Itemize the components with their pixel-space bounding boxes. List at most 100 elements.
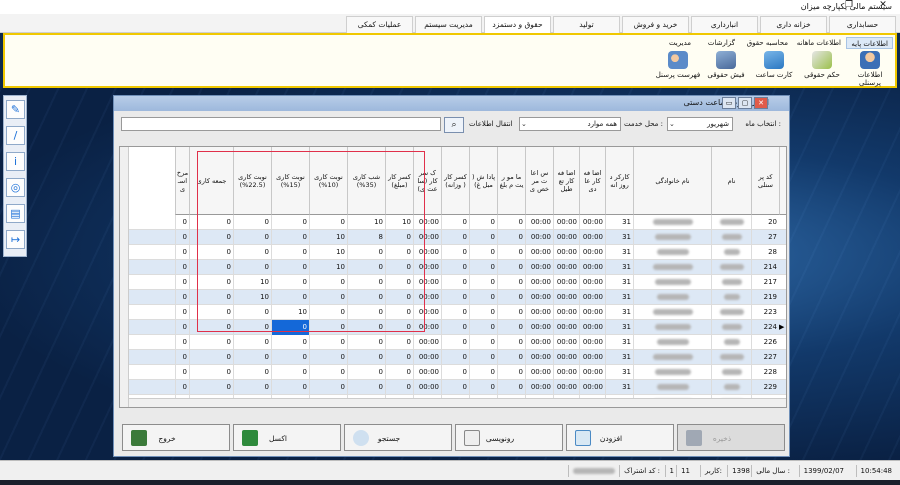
col-bonus-cell[interactable]: 0	[469, 290, 497, 305]
excel-button[interactable]: اکسل	[233, 424, 341, 451]
close-button[interactable]: ✕	[872, 0, 894, 10]
col-deduct-days-cell[interactable]: 0	[441, 350, 469, 365]
col-family-name-cell[interactable]	[633, 245, 711, 260]
col-shift-10-cell[interactable]: 0	[309, 350, 347, 365]
col-friday-cell[interactable]: 0	[189, 380, 233, 395]
col-deduct-amount-cell[interactable]: 0	[385, 335, 413, 350]
copy-button[interactable]: رونویسی	[455, 424, 563, 451]
search-button[interactable]: جستجو	[344, 424, 452, 451]
col-workdays-cell[interactable]: 31	[605, 305, 633, 320]
col-night-shift-cell[interactable]: 0	[347, 335, 385, 350]
col-overtime-holiday-cell[interactable]: 00:00	[553, 245, 579, 260]
col-leave-remaining-cell[interactable]: 0	[175, 260, 189, 275]
col-family-name-header[interactable]: نام خانوادگی	[633, 147, 711, 215]
col-deduct-amount-cell[interactable]: 0	[385, 365, 413, 380]
col-overtime-holiday-cell[interactable]: 00:00	[553, 350, 579, 365]
col-shift-22-cell[interactable]: 0	[233, 365, 271, 380]
col-overtime-holiday-cell[interactable]: 00:00	[553, 380, 579, 395]
col-workdays-header[interactable]: کارکر د روز انه	[605, 147, 633, 215]
col-bonus-cell[interactable]: 0	[469, 335, 497, 350]
col-personnel-code-cell[interactable]: 223	[751, 305, 779, 320]
col-leave-remaining-cell[interactable]: 0	[175, 365, 189, 380]
add-button[interactable]: افزودن	[566, 424, 674, 451]
month-select[interactable]: ⌄ شهریور	[667, 117, 733, 131]
col-bonus-cell[interactable]: 0	[469, 380, 497, 395]
col-deduct-days-cell[interactable]: 0	[441, 380, 469, 395]
col-bonus-cell[interactable]: 0	[469, 350, 497, 365]
col-deduct-days-cell[interactable]: 0	[441, 275, 469, 290]
col-shift-22-cell[interactable]: 0	[233, 335, 271, 350]
col-deduct-days-cell[interactable]: 0	[441, 245, 469, 260]
col-personnel-code-cell[interactable]: 228	[751, 365, 779, 380]
col-name-cell[interactable]	[711, 380, 751, 395]
col-overtime-holiday-cell[interactable]: 00:00	[553, 260, 579, 275]
col-deduct-hours-cell[interactable]: 00:00	[413, 365, 441, 380]
col-friday-cell[interactable]: 0	[189, 350, 233, 365]
col-family-name-cell[interactable]	[633, 320, 711, 335]
col-shift-10-cell[interactable]: 0	[309, 380, 347, 395]
col-workdays-cell[interactable]: 31	[605, 260, 633, 275]
col-bonus-cell[interactable]: 0	[469, 245, 497, 260]
table-row[interactable]: 227 31 00:00 00:00 00:00 0 0 0 00:00 0 0 0 0 0 0 0	[120, 350, 786, 365]
col-leave-remaining-header[interactable]: مرخ اسـ ی	[175, 147, 189, 215]
col-deduct-hours-cell[interactable]: 00:00	[413, 380, 441, 395]
col-leave-hours-cell[interactable]: 00:00	[525, 245, 553, 260]
col-personnel-code-cell[interactable]: 224	[751, 320, 779, 335]
tab-accounting[interactable]: حسابداری	[829, 16, 896, 33]
personnel-list-button[interactable]: فهرست پرسنل	[655, 51, 701, 85]
tab-treasury[interactable]: خزانه داری	[760, 16, 827, 33]
exit-button[interactable]: خروج	[122, 424, 230, 451]
col-overtime-cell[interactable]: 00:00	[579, 245, 605, 260]
tab-production[interactable]: تولید	[553, 16, 620, 33]
col-leave-hours-cell[interactable]: 00:00	[525, 260, 553, 275]
table-row[interactable]: 226 31 00:00 00:00 00:00 0 0 0 00:00 0 0 0 0 0 0 0	[120, 335, 786, 350]
subtab-reports[interactable]: گزارشات	[704, 37, 739, 49]
col-overtime-holiday-cell[interactable]: 00:00	[553, 335, 579, 350]
col-personnel-code-cell[interactable]: 28	[751, 245, 779, 260]
col-workdays-cell[interactable]: 31	[605, 275, 633, 290]
col-shift-22-cell[interactable]: 0	[233, 350, 271, 365]
col-workdays-cell[interactable]: 31	[605, 320, 633, 335]
col-family-name-cell[interactable]	[633, 215, 711, 230]
col-shift-10-cell[interactable]: 0	[309, 335, 347, 350]
document-icon[interactable]: ▤	[6, 204, 25, 223]
col-name-cell[interactable]	[711, 245, 751, 260]
col-workdays-cell[interactable]: 31	[605, 380, 633, 395]
col-deduct-days-cell[interactable]: 0	[441, 230, 469, 245]
exit-icon[interactable]: ↦	[6, 230, 25, 249]
edit-icon[interactable]: /	[6, 126, 25, 145]
subtab-monthly-info[interactable]: اطلاعات ماهانه	[793, 37, 845, 49]
col-mission-cell[interactable]: 0	[497, 260, 525, 275]
transfer-path-input[interactable]	[121, 117, 441, 131]
col-family-name-cell[interactable]	[633, 350, 711, 365]
col-overtime-holiday-cell[interactable]: 00:00	[553, 290, 579, 305]
col-workdays-cell[interactable]: 31	[605, 230, 633, 245]
col-personnel-code-cell[interactable]: 219	[751, 290, 779, 305]
col-workdays-cell[interactable]: 31	[605, 365, 633, 380]
pay-slip-button[interactable]: فیش حقوقی	[703, 51, 749, 85]
col-personnel-code-cell[interactable]: 229	[751, 380, 779, 395]
col-mission-cell[interactable]: 0	[497, 215, 525, 230]
col-overtime-cell[interactable]: 00:00	[579, 365, 605, 380]
col-family-name-cell[interactable]	[633, 230, 711, 245]
tab-auxiliary[interactable]: عملیات کمکی	[346, 16, 413, 33]
col-name-cell[interactable]	[711, 305, 751, 320]
col-overtime-cell[interactable]: 00:00	[579, 350, 605, 365]
col-overtime-holiday-cell[interactable]: 00:00	[553, 230, 579, 245]
col-personnel-code-cell[interactable]: 217	[751, 275, 779, 290]
col-workdays-cell[interactable]: 31	[605, 350, 633, 365]
col-name-cell[interactable]	[711, 350, 751, 365]
col-deduct-hours-cell[interactable]: 00:00	[413, 350, 441, 365]
col-shift-15-cell[interactable]: 0	[271, 365, 309, 380]
subtab-management[interactable]: مدیریت	[665, 37, 695, 49]
pencil-icon[interactable]: ✎	[6, 100, 25, 119]
col-overtime-cell[interactable]: 00:00	[579, 215, 605, 230]
col-deduct-days-cell[interactable]: 0	[441, 260, 469, 275]
col-mission-header[interactable]: ما مو ر یت م بلغ	[497, 147, 525, 215]
col-deduct-days-cell[interactable]: 0	[441, 320, 469, 335]
col-deduct-days-header[interactable]: کسر کار ( وزانه)	[441, 147, 469, 215]
col-workdays-cell[interactable]: 31	[605, 245, 633, 260]
search-icon[interactable]: ⌕	[444, 117, 464, 133]
dialog-maximize-button[interactable]: ▢	[738, 97, 752, 109]
col-night-shift-cell[interactable]: 0	[347, 380, 385, 395]
